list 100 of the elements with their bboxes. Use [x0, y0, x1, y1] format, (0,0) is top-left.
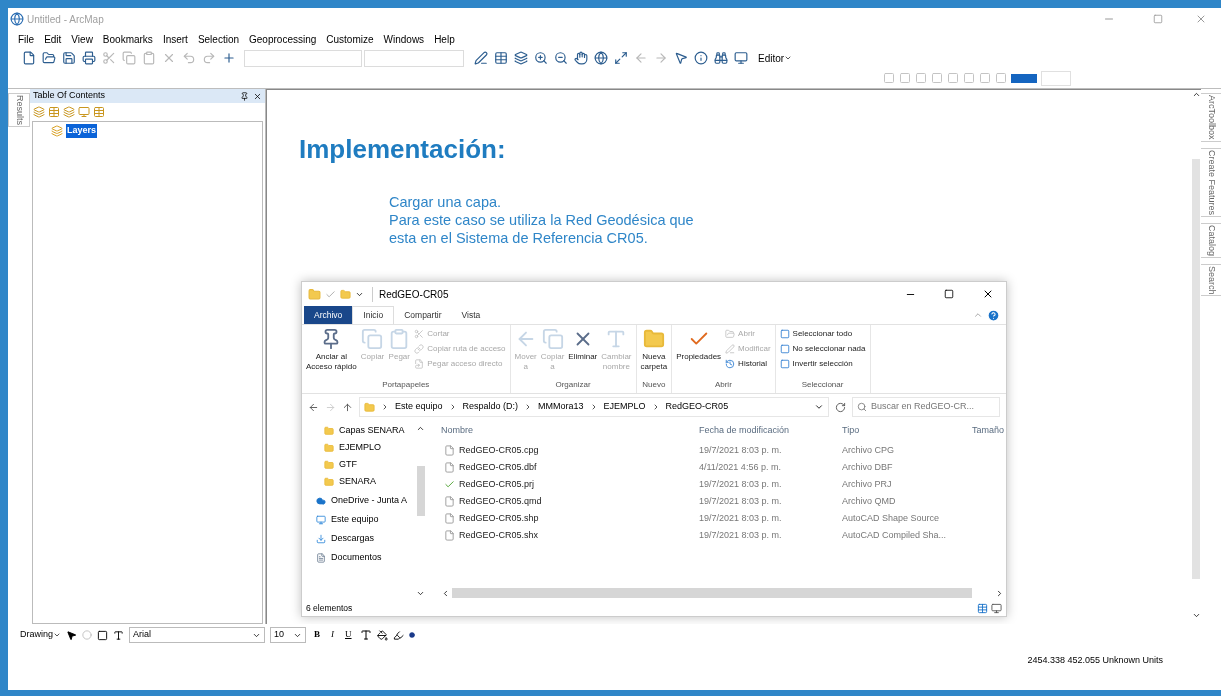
- toc-view-icon[interactable]: [63, 106, 75, 118]
- file-name[interactable]: RedGEO-CR05.shx: [459, 528, 539, 543]
- column-header[interactable]: Tipo: [842, 424, 972, 438]
- menu-item[interactable]: Insert: [162, 31, 188, 47]
- details-view-icon[interactable]: [977, 602, 988, 614]
- size-combo[interactable]: 10: [270, 627, 306, 643]
- pin-icon[interactable]: [240, 91, 249, 101]
- ribbon-tab[interactable]: Archivo: [304, 306, 353, 324]
- search-field[interactable]: Buscar en RedGEO-CR...: [852, 397, 1000, 417]
- back-icon[interactable]: [308, 401, 319, 413]
- file-name[interactable]: RedGEO-CR05.shp: [459, 511, 539, 526]
- menu-item[interactable]: Bookmarks: [102, 31, 153, 47]
- info-icon[interactable]: [692, 49, 710, 67]
- toc-view-icon[interactable]: [33, 106, 45, 118]
- file-name[interactable]: RedGEO-CR05.dbf: [459, 460, 537, 475]
- underline-button[interactable]: U: [342, 628, 355, 642]
- color-swatch[interactable]: [1011, 73, 1037, 83]
- layers-icon[interactable]: [512, 49, 530, 67]
- nav-item[interactable]: Documentos: [331, 550, 382, 565]
- refresh-icon[interactable]: [835, 401, 846, 413]
- ribbon-tab[interactable]: Compartir: [394, 306, 452, 324]
- globe-icon[interactable]: [592, 49, 610, 67]
- font-combo[interactable]: Arial: [129, 627, 265, 643]
- breadcrumb[interactable]: RedGEO-CR05: [665, 400, 729, 414]
- line-color-icon[interactable]: [392, 629, 404, 641]
- drawing-menu[interactable]: Drawing: [20, 628, 61, 642]
- scroll-down-icon[interactable]: [1191, 611, 1201, 620]
- scrollbar[interactable]: [417, 466, 425, 516]
- nav-item[interactable]: Descargas: [331, 531, 375, 546]
- dock-tab[interactable]: Create Features: [1200, 147, 1221, 217]
- scrollbar[interactable]: [452, 588, 972, 598]
- nav-item[interactable]: GTF: [339, 457, 357, 472]
- file-name[interactable]: RedGEO-CR05.qmd: [459, 494, 542, 509]
- editor-icon[interactable]: [472, 49, 490, 67]
- nav-item[interactable]: Este equipo: [331, 512, 379, 527]
- results-tab[interactable]: Results: [8, 93, 30, 127]
- print-icon[interactable]: [80, 49, 98, 67]
- italic-button[interactable]: I: [328, 628, 338, 642]
- rectangle-icon[interactable]: [97, 629, 108, 641]
- scroll-up-icon[interactable]: [416, 424, 425, 433]
- toc-view-icon[interactable]: [78, 106, 90, 118]
- ribbon-button[interactable]: Propiedades: [676, 328, 722, 379]
- ribbon-small-button[interactable]: Historial: [725, 358, 771, 370]
- close-icon[interactable]: [253, 91, 262, 101]
- nav-item[interactable]: OneDrive - Junta A: [331, 493, 408, 508]
- layers-item[interactable]: Layers: [66, 124, 98, 138]
- close-icon[interactable]: [982, 288, 994, 300]
- breadcrumb[interactable]: MMMora13: [538, 400, 584, 414]
- zoom-out-icon[interactable]: [552, 49, 570, 67]
- ribbon-small-button[interactable]: Invertir selección: [779, 358, 866, 370]
- pointer-icon[interactable]: [66, 629, 77, 641]
- help-icon[interactable]: [987, 308, 1000, 322]
- pan-icon[interactable]: [572, 49, 590, 67]
- dock-tab[interactable]: ArcToolbox: [1200, 93, 1221, 142]
- menu-item[interactable]: View: [71, 31, 93, 47]
- menu-item[interactable]: Help: [434, 31, 455, 47]
- column-header[interactable]: Tamaño: [972, 424, 1006, 438]
- file-name[interactable]: RedGEO-CR05.cpg: [459, 443, 539, 458]
- file-name[interactable]: RedGEO-CR05.prj: [459, 477, 535, 492]
- address-bar[interactable]: Este equipo Respaldo (D:) MMMora13 EJEMPLO RedGEO-CR05: [359, 397, 829, 417]
- scrollbar[interactable]: [1192, 159, 1200, 579]
- text-icon[interactable]: [113, 629, 124, 641]
- dock-tab[interactable]: Search: [1200, 263, 1221, 297]
- dropdown-icon[interactable]: [814, 402, 824, 412]
- ribbon-button[interactable]: Anclar al Acceso rápido: [306, 328, 357, 379]
- menu-item[interactable]: Selection: [197, 31, 240, 47]
- maximize-icon[interactable]: [944, 289, 954, 299]
- binoculars-icon[interactable]: [712, 49, 730, 67]
- menu-item[interactable]: File: [18, 31, 35, 47]
- dock-tab[interactable]: Catalog: [1200, 222, 1221, 258]
- window-icon[interactable]: [732, 49, 750, 67]
- breadcrumb[interactable]: Respaldo (D:): [462, 400, 519, 414]
- zoom-in-icon[interactable]: [532, 49, 550, 67]
- nav-item[interactable]: EJEMPLO: [339, 440, 381, 455]
- menu-item[interactable]: Customize: [326, 31, 374, 47]
- breadcrumb[interactable]: EJEMPLO: [603, 400, 646, 414]
- save-icon[interactable]: [60, 49, 78, 67]
- up-icon[interactable]: [342, 401, 353, 413]
- breadcrumb[interactable]: Este equipo: [395, 400, 443, 414]
- ribbon-small-button[interactable]: Seleccionar todo: [779, 328, 866, 340]
- toc-view-icon[interactable]: [93, 106, 105, 118]
- toc-view-icon[interactable]: [48, 106, 60, 118]
- column-header[interactable]: Nombre: [441, 424, 699, 438]
- marker-color-icon[interactable]: [408, 632, 415, 638]
- table-icon[interactable]: [492, 49, 510, 67]
- ribbon-tab[interactable]: Inicio: [352, 306, 395, 324]
- full-extent-icon[interactable]: [612, 49, 630, 67]
- font-color-icon[interactable]: [359, 629, 372, 641]
- editor-menu[interactable]: Editor: [758, 50, 793, 66]
- ribbon-small-button[interactable]: No seleccionar nada: [779, 343, 866, 355]
- menu-item[interactable]: Geoprocessing: [249, 31, 317, 47]
- column-header[interactable]: Fecha de modificación: [699, 424, 842, 438]
- ribbon-tab[interactable]: Vista: [451, 306, 491, 324]
- scroll-left-icon[interactable]: [441, 588, 450, 598]
- scroll-up-icon[interactable]: [1191, 90, 1201, 99]
- fill-color-icon[interactable]: [376, 629, 388, 641]
- nav-item[interactable]: SENARA: [339, 474, 376, 489]
- menu-item[interactable]: Windows: [383, 31, 425, 47]
- bold-button[interactable]: B: [311, 628, 324, 642]
- scroll-right-icon[interactable]: [995, 588, 1004, 598]
